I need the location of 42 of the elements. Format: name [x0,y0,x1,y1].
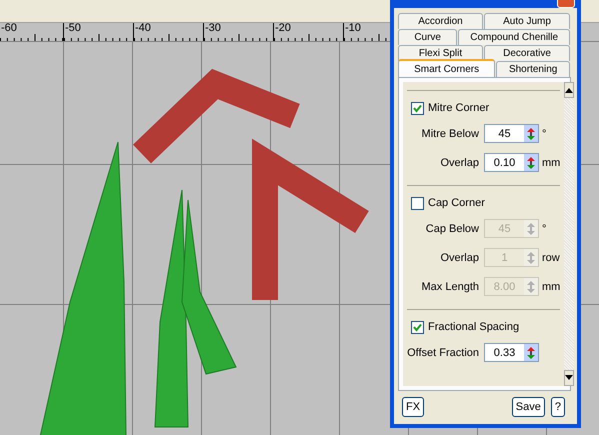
ruler-label: -20 [274,23,292,34]
field-label: Overlap [439,156,479,168]
tab[interactable]: Compound Chenille [458,29,570,45]
unit-label: mm [542,156,560,168]
unit-label: row [542,252,560,264]
ruler-label: -10 [344,23,362,34]
ruler-label: -30 [204,23,222,34]
checkbox[interactable] [411,320,424,334]
dialog-button[interactable]: Save [512,397,545,418]
field-label: Offset Fraction [407,346,479,358]
scroll-up-icon[interactable] [564,82,574,98]
unit-label: ° [542,128,546,140]
ruler-label: -40 [134,23,152,34]
ruler-label: -60 [0,23,18,34]
spinner-arrows-icon[interactable] [524,125,538,142]
checkbox-label: Mitre Corner [428,102,490,114]
ruler-label: -50 [64,23,82,34]
field-label: Mitre Below [420,128,479,140]
tab[interactable]: Smart Corners [398,59,496,77]
tab[interactable]: Decorative [484,45,570,61]
checkbox-label: Fractional Spacing [428,321,520,333]
checkbox[interactable] [411,196,424,210]
scrollbar[interactable] [564,82,574,386]
spin-field[interactable]: 0.33 [484,343,539,362]
unit-label: mm [542,280,560,292]
checkbox-label: Cap Corner [428,197,485,209]
tab[interactable]: Auto Jump [484,13,570,29]
spin-field[interactable]: 0.10 [484,153,539,172]
spinner-arrows-icon[interactable] [524,154,538,171]
spinner-arrows-icon[interactable] [524,344,538,361]
dialog-button[interactable]: FX [402,397,424,418]
tab[interactable]: Accordion [398,13,483,29]
field-label: Max Length [420,280,479,292]
tab[interactable]: Shortening [496,61,570,77]
spin-field[interactable]: 45 [484,124,539,143]
tab[interactable]: Curve [398,29,458,45]
checkbox[interactable] [411,102,424,114]
scroll-down-icon[interactable] [564,370,574,386]
unit-label: ° [542,222,546,234]
dialog-button[interactable]: ? [550,397,565,418]
field-label: Overlap [439,252,479,264]
field-label: Cap Below [424,222,479,234]
